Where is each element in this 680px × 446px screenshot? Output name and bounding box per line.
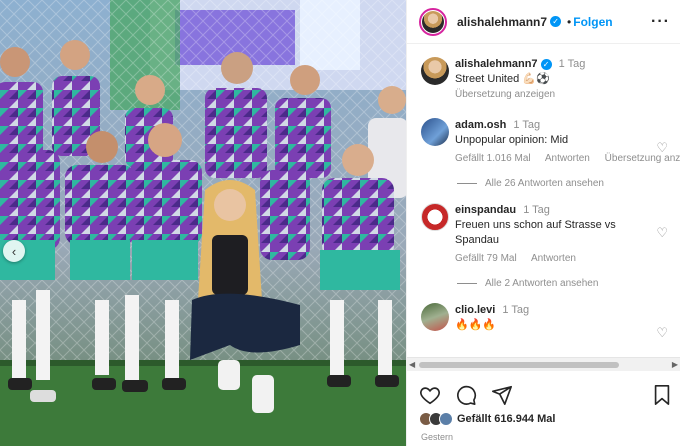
post-header: alishalehmann7 ✓ • Folgen ···: [407, 0, 680, 44]
caption-text: Street United 💪🏻⚽: [455, 73, 550, 85]
caption: alishalehmann7 ✓ 1 Tag Street United 💪🏻⚽ …: [407, 57, 680, 102]
comment-item: clio.levi 1 Tag 🔥🔥🔥 ♡: [407, 303, 680, 340]
comment-time[interactable]: 1 Tag: [513, 119, 540, 131]
comment-bubble-icon[interactable]: [455, 384, 477, 406]
likes-summary[interactable]: Gefällt 616.944 Mal: [419, 412, 555, 426]
liker-avatar: [439, 412, 453, 426]
separator-dot: •: [567, 14, 572, 29]
comment-like-heart-icon[interactable]: ♡: [656, 325, 668, 341]
replies-divider-line: [457, 283, 477, 284]
scroll-left-arrow-icon[interactable]: ◀: [409, 360, 415, 369]
caption-time[interactable]: 1 Tag: [559, 58, 586, 70]
post-image[interactable]: ‹: [0, 0, 406, 446]
post-date[interactable]: Gestern: [421, 432, 453, 442]
share-paper-plane-icon[interactable]: [491, 384, 513, 406]
likes-count[interactable]: Gefällt 616.944 Mal: [457, 413, 555, 425]
view-replies-label: Alle 2 Antworten ansehen: [485, 278, 599, 289]
comment-text-line1: Freuen uns schon auf Strasse vs: [455, 219, 616, 231]
caption-author-avatar[interactable]: [421, 57, 449, 85]
verified-badge-icon: ✓: [540, 58, 552, 70]
comment-avatar[interactable]: [421, 203, 449, 231]
comment-like-heart-icon[interactable]: ♡: [656, 225, 668, 241]
comment-time[interactable]: 1 Tag: [523, 204, 550, 216]
post-sidebar: alishalehmann7 ✓ • Folgen ··· alishalehm…: [406, 0, 680, 446]
comment-author[interactable]: clio.levi: [455, 304, 495, 316]
comment-avatar[interactable]: [421, 303, 449, 331]
author-username[interactable]: alishalehmann7: [457, 15, 547, 29]
comment-author[interactable]: adam.osh: [455, 119, 506, 131]
comment-like-heart-icon[interactable]: ♡: [656, 140, 668, 156]
replies-divider-line: [457, 183, 477, 184]
caption-translate-link[interactable]: Übersetzung anzeigen: [455, 87, 672, 102]
comment-likes[interactable]: Gefällt 79 Mal: [455, 253, 517, 264]
verified-badge-icon: ✓: [550, 16, 562, 27]
view-replies-label: Alle 26 Antworten ansehen: [485, 178, 604, 189]
comment-reply-button[interactable]: Antworten: [531, 253, 576, 264]
comment-text-line2: Spandau: [455, 234, 500, 246]
save-bookmark-icon[interactable]: [652, 384, 672, 406]
like-heart-icon[interactable]: [419, 384, 441, 406]
comment-item: adam.osh 1 Tag Unpopular opinion: Mid Ge…: [407, 118, 680, 166]
comment-avatar[interactable]: [421, 118, 449, 146]
scroll-right-arrow-icon[interactable]: ▶: [672, 360, 678, 369]
comment-time[interactable]: 1 Tag: [502, 304, 529, 316]
more-options-icon[interactable]: ···: [651, 13, 670, 31]
comment-reply-button[interactable]: Antworten: [545, 153, 590, 164]
carousel-previous-button[interactable]: ‹: [3, 240, 25, 262]
caption-author[interactable]: alishalehmann7: [455, 58, 538, 70]
comment-author[interactable]: einspandau: [455, 204, 516, 216]
comment-text: 🔥🔥🔥: [455, 319, 497, 331]
follow-button[interactable]: Folgen: [573, 15, 612, 29]
comment-item: einspandau 1 Tag Freuen uns schon auf St…: [407, 203, 680, 266]
comment-likes[interactable]: Gefällt 1.016 Mal: [455, 153, 531, 164]
horizontal-scrollbar[interactable]: ◀ ▶: [407, 357, 680, 371]
view-replies-button[interactable]: Alle 26 Antworten ansehen: [407, 178, 680, 189]
scrollbar-thumb[interactable]: [419, 362, 619, 368]
author-avatar[interactable]: [419, 7, 447, 36]
comment-translate-link[interactable]: Übersetzung anz: [605, 153, 680, 164]
comment-text: Unpopular opinion: Mid: [455, 134, 569, 146]
view-replies-button[interactable]: Alle 2 Antworten ansehen: [407, 278, 680, 289]
action-bar: [419, 382, 672, 408]
comments-list[interactable]: alishalehmann7 ✓ 1 Tag Street United 💪🏻⚽ …: [407, 45, 680, 357]
team-photo-illustration: [0, 0, 406, 446]
